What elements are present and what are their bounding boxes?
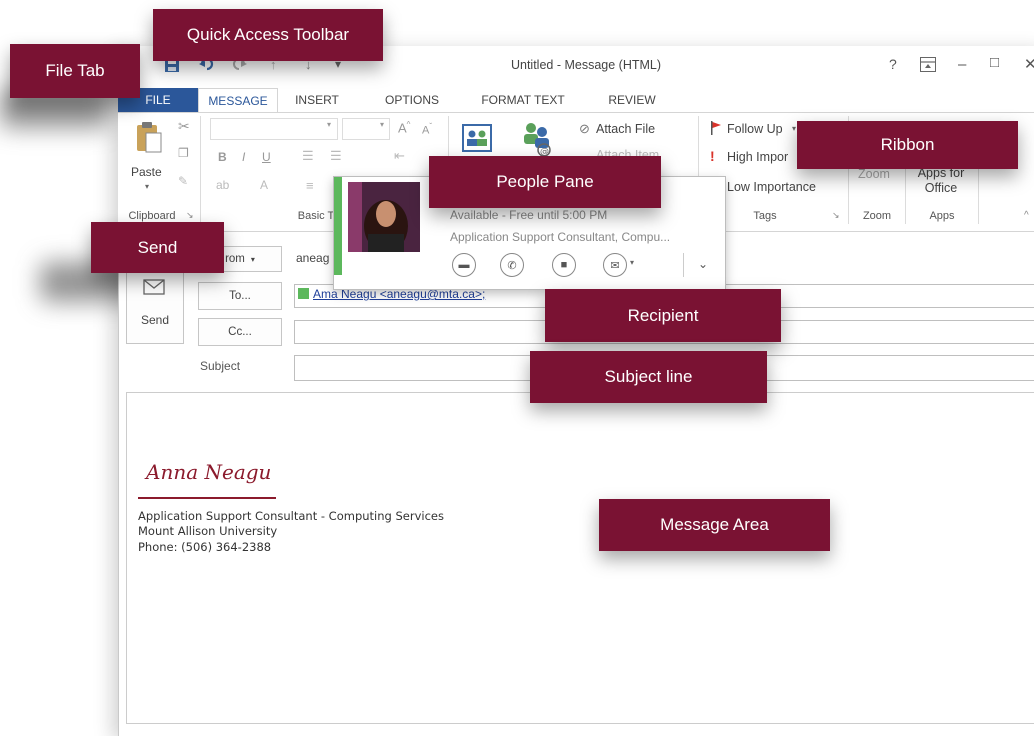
decrease-indent-icon[interactable]: ⇤ (394, 148, 405, 164)
attach-file-button[interactable]: Attach File (596, 122, 655, 136)
callout-ribbon: Ribbon (797, 121, 1018, 169)
signature-org: Mount Allison University (138, 524, 278, 538)
bullets-icon[interactable]: ☰ (302, 148, 314, 164)
ribbon-separator (905, 160, 906, 224)
tab-message[interactable]: MESSAGE (198, 88, 278, 113)
follow-up-dropdown-icon[interactable]: ▾ (792, 124, 796, 133)
message-body[interactable] (126, 392, 1034, 724)
tags-group-label: Tags (753, 210, 777, 222)
signature-name: Anna Neagu (146, 460, 272, 484)
callout-message-area: Message Area (599, 499, 830, 551)
ribbon-display-options-icon[interactable] (920, 57, 936, 72)
clipboard-group-label: Clipboard (128, 210, 176, 222)
callout-quick-access-toolbar: Quick Access Toolbar (153, 9, 383, 61)
clipboard-launcher-icon[interactable]: ↘ (186, 210, 194, 221)
bold-icon[interactable]: B (218, 150, 227, 164)
low-importance-button[interactable]: Low Importance (727, 180, 816, 194)
close-icon[interactable]: ✕ (1024, 55, 1034, 73)
call-icon[interactable]: ✆ (500, 253, 524, 277)
window-title: Untitled - Message (HTML) (510, 58, 662, 72)
signature-phone: Phone: (506) 364-2388 (138, 540, 272, 554)
paste-dropdown-icon[interactable]: ▾ (145, 182, 149, 191)
recipient-presence-icon (298, 288, 309, 299)
expand-card-icon[interactable]: ⌄ (698, 257, 708, 271)
callout-file-tab: File Tab (10, 44, 140, 98)
grow-font-icon[interactable]: A^ (398, 120, 410, 135)
ribbon-separator (200, 116, 201, 224)
apps-for-office-button[interactable]: Apps for Office (912, 166, 970, 196)
shrink-font-icon[interactable]: Aˇ (422, 122, 432, 137)
address-book-icon[interactable] (462, 124, 492, 152)
high-importance-button[interactable]: High Impor (727, 150, 788, 164)
maximize-icon[interactable]: □ (990, 54, 999, 71)
help-icon[interactable]: ? (889, 56, 897, 72)
copy-icon[interactable]: ❐ (178, 146, 189, 160)
tab-options[interactable]: OPTIONS (372, 88, 452, 112)
cut-icon[interactable]: ✂ (178, 118, 190, 135)
subject-label: Subject (200, 359, 241, 373)
callout-send: Send (91, 222, 224, 273)
signature-title: Application Support Consultant - Computi… (138, 509, 444, 523)
tab-review[interactable]: REVIEW (592, 88, 672, 112)
send-label: Send (140, 312, 170, 327)
people-pane-status: Available - Free until 5:00 PM (450, 208, 608, 222)
to-button[interactable]: To... (198, 282, 282, 310)
paperclip-icon: ⊘ (579, 121, 590, 136)
apps-group-label: Apps (929, 210, 955, 222)
paste-label[interactable]: Paste (131, 165, 162, 179)
callout-subject-line: Subject line (530, 351, 767, 403)
zoom-group-label: Zoom (862, 210, 892, 222)
callout-recipient: Recipient (545, 289, 781, 342)
im-icon[interactable]: ▬ (452, 253, 476, 277)
font-name-dropdown-icon[interactable]: ▾ (327, 120, 331, 129)
email-dropdown-icon[interactable]: ▾ (630, 258, 634, 267)
follow-up-button[interactable]: Follow Up (727, 122, 783, 136)
send-envelope-icon (143, 276, 167, 301)
pane-divider (683, 253, 684, 277)
highlight-icon[interactable]: ab (216, 178, 229, 192)
from-value: aneag (296, 251, 330, 265)
font-color-icon[interactable]: A (260, 178, 268, 192)
underline-icon[interactable]: U (262, 150, 271, 164)
video-call-icon[interactable]: ■ (552, 253, 576, 277)
font-name-box[interactable] (210, 118, 338, 140)
cc-button[interactable]: Cc... (198, 318, 282, 346)
numbering-icon[interactable]: ☰ (330, 148, 342, 164)
minimize-icon[interactable]: – (958, 56, 966, 73)
email-icon[interactable]: ✉ (603, 253, 627, 277)
people-pane-title: Application Support Consultant, Compu... (450, 230, 671, 244)
contact-photo (348, 182, 420, 252)
collapse-ribbon-icon[interactable]: ^ (1024, 210, 1029, 221)
from-button-label: rom (225, 253, 245, 265)
signature-rule (138, 497, 276, 499)
zoom-button[interactable]: Zoom (858, 167, 890, 181)
align-left-icon[interactable]: ≡ (306, 178, 314, 193)
high-importance-icon: ! (710, 148, 715, 164)
presence-bar (334, 177, 342, 275)
font-size-dropdown-icon[interactable]: ▾ (380, 120, 384, 129)
tab-format-text[interactable]: FORMAT TEXT (468, 88, 578, 112)
flag-icon (710, 121, 722, 135)
tags-launcher-icon[interactable]: ↘ (832, 210, 840, 221)
check-names-icon[interactable]: @ (520, 120, 554, 158)
paste-icon[interactable] (134, 120, 164, 156)
ribbon-separator (978, 160, 979, 224)
callout-people-pane: People Pane (429, 156, 661, 208)
from-dropdown-icon: ▾ (250, 254, 255, 264)
tab-insert[interactable]: INSERT (282, 88, 352, 112)
italic-icon[interactable]: I (242, 150, 245, 164)
format-painter-icon[interactable]: ✎ (178, 174, 188, 188)
